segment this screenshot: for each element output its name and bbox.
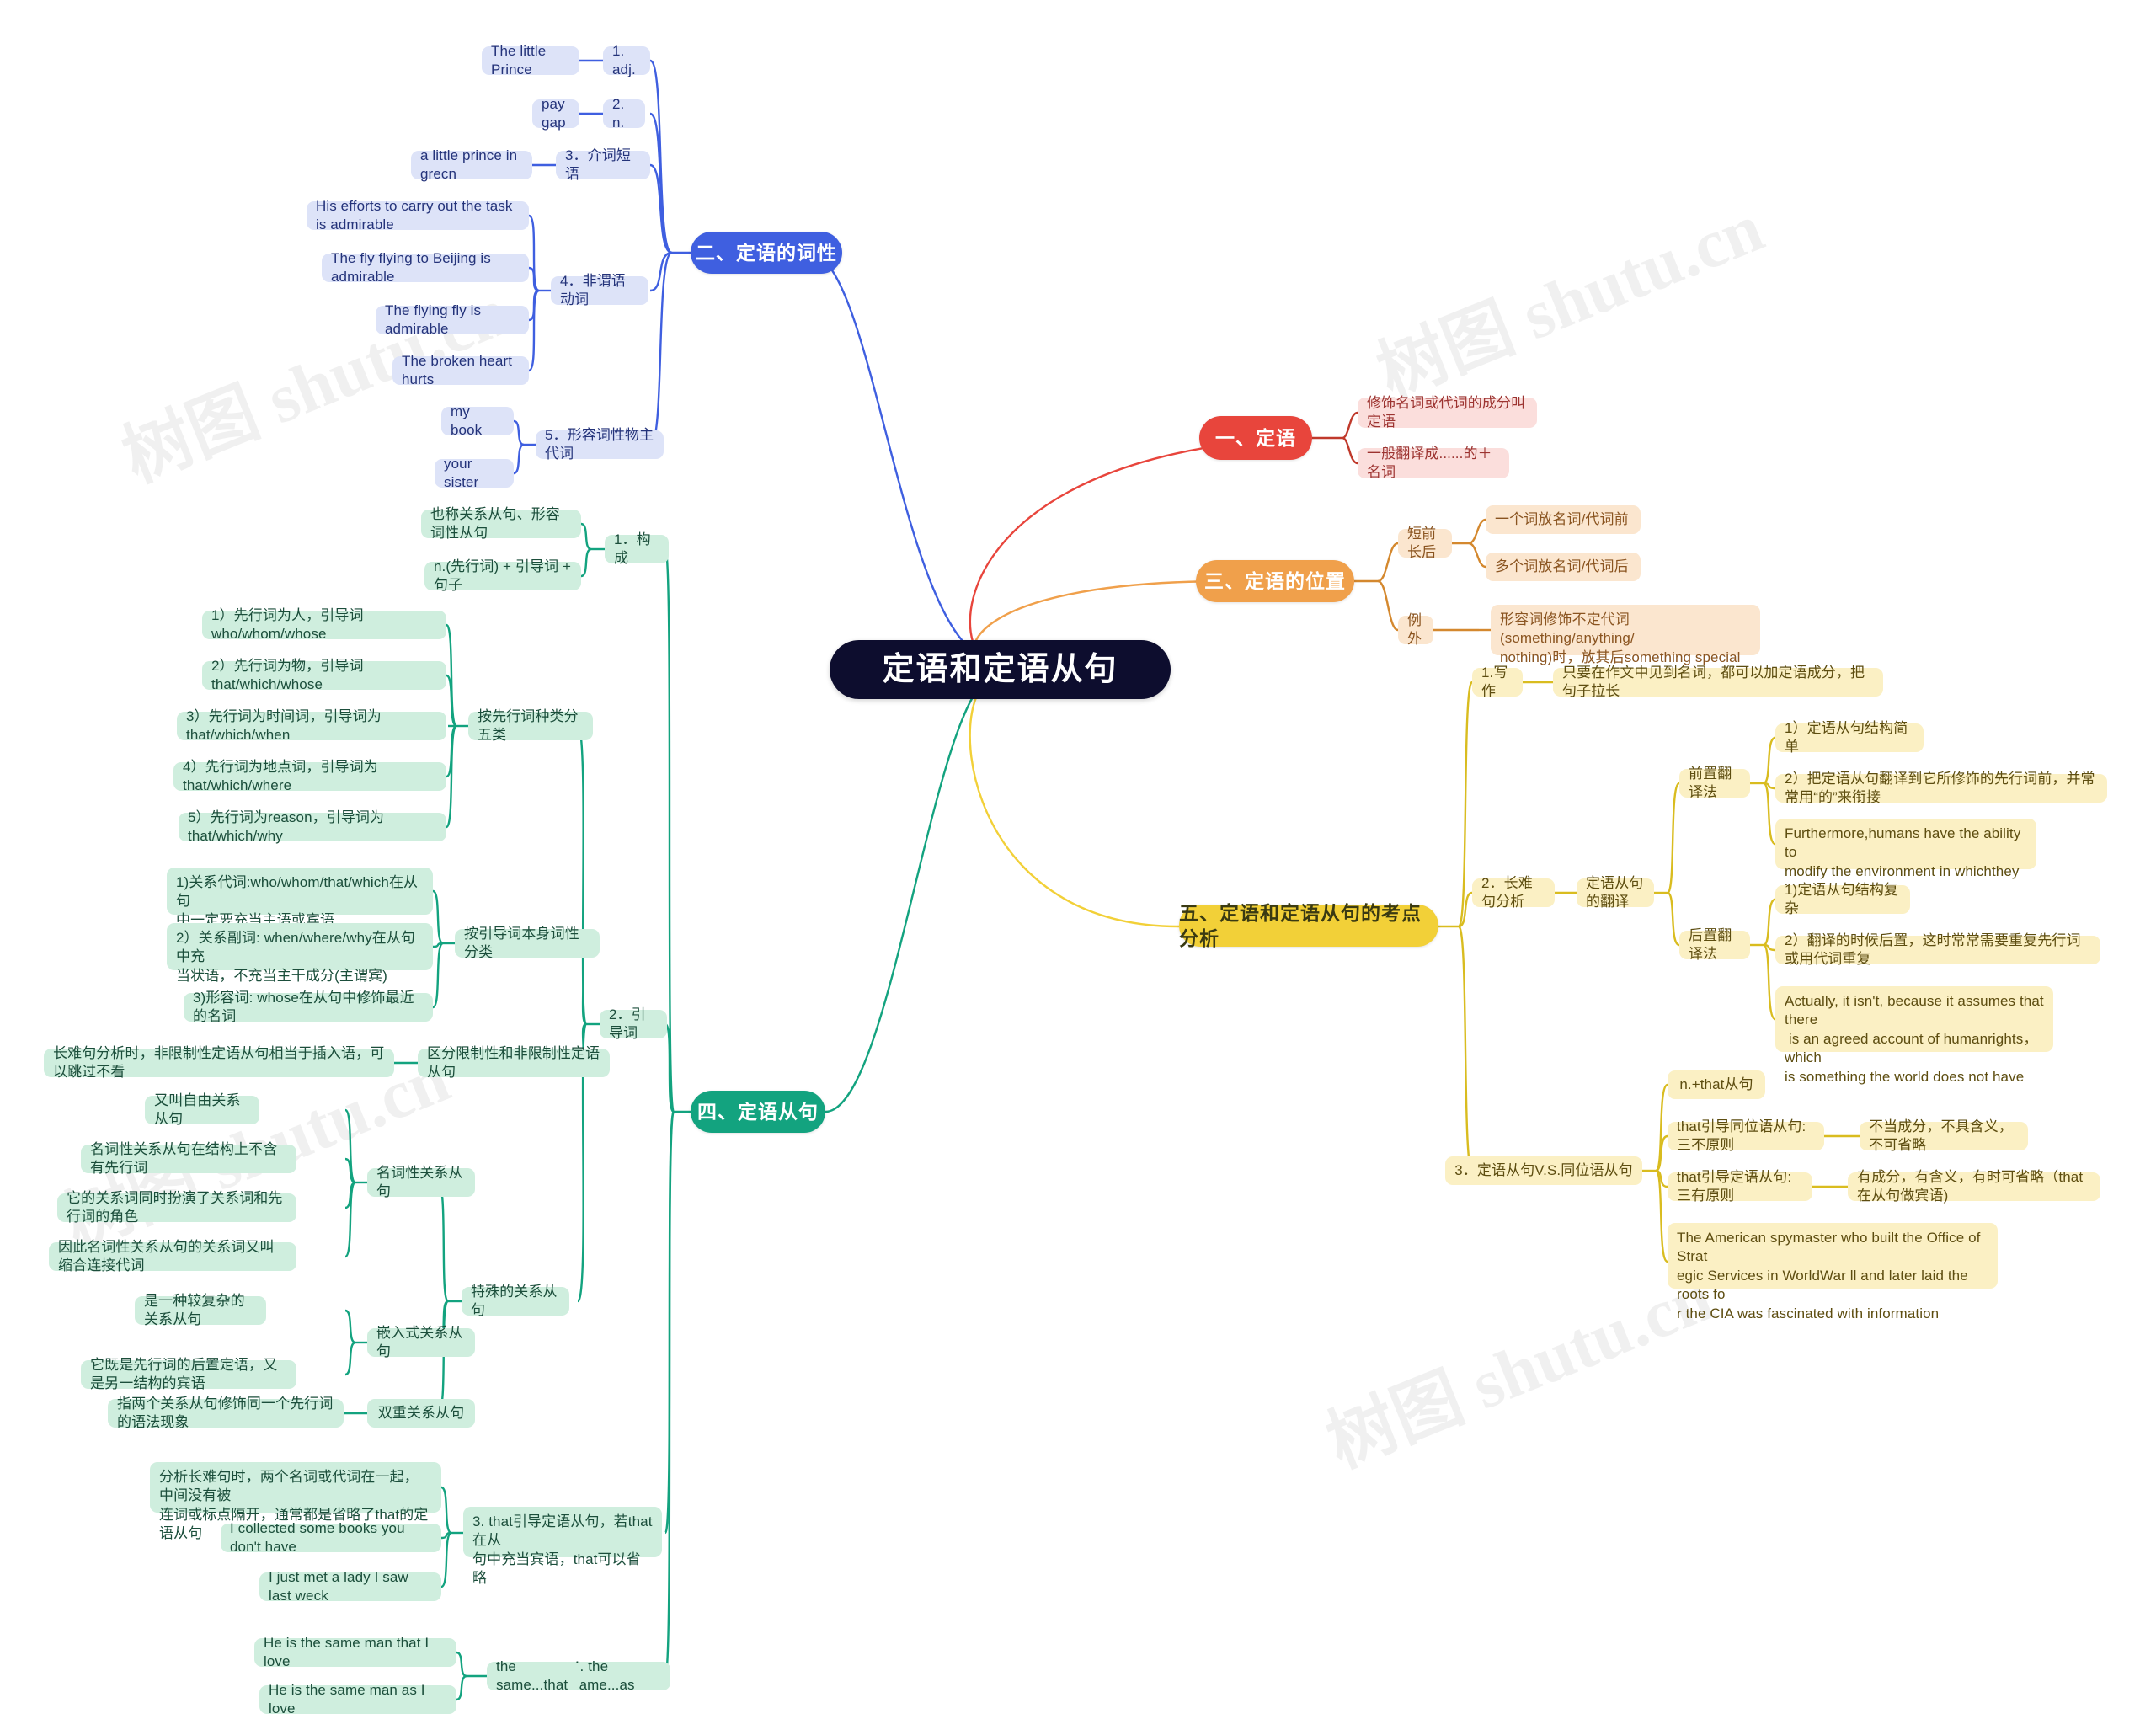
cixing-item-4[interactable]: 4．非谓语动词 — [551, 273, 648, 307]
vs-item-3[interactable]: that引导定语从句:三有原则 — [1668, 1169, 1812, 1204]
kaodian-item-xiezuo[interactable]: 1.写作 — [1472, 665, 1523, 699]
yindaoci-group-xianzhixing[interactable]: 区分限制性和非限制性定语从句 — [418, 1045, 610, 1080]
fanyi-group-houzhi[interactable]: 后置翻译法 — [1679, 927, 1750, 962]
weizhi-ex-1[interactable]: 一个词放名词/代词前 — [1486, 505, 1641, 534]
thesame-ex-1[interactable]: He is the same man that I love — [254, 1635, 456, 1669]
xianxingci-item-5[interactable]: 5）先行词为reason，引导词为that/which/why — [179, 809, 446, 844]
vs-item-4[interactable]: The American spymaster who built the Off… — [1668, 1223, 1998, 1321]
teshu-sub-qianruShi[interactable]: 嵌入式关系从句 — [367, 1325, 475, 1359]
weizhi-ex-3[interactable]: 形容词修饰不定代词(something/anything/ nothing)时，… — [1491, 605, 1760, 665]
vs-item-1[interactable]: n.+that从句 — [1668, 1070, 1765, 1099]
teshu-sub-mingciXing[interactable]: 名词性关系从句 — [367, 1165, 475, 1199]
cixing-ex-flying-fly[interactable]: The flying fly is admirable — [376, 302, 529, 337]
branch-congju[interactable]: 四、定语从句 — [691, 1091, 825, 1133]
cixing-ex-prince-green[interactable]: a little prince in grecn — [411, 147, 532, 182]
thesame-that-node[interactable]: the same...that — [487, 1658, 581, 1693]
cixing-ex-my-book[interactable]: my book — [441, 403, 514, 438]
teshu-sub-shuangchong[interactable]: 双重关系从句 — [367, 1399, 475, 1428]
weizhi-child-short-long[interactable]: 短前长后 — [1398, 526, 1452, 560]
qianrushi-item-2[interactable]: 它既是先行词的后置定语，又是另一结构的宾语 — [81, 1357, 296, 1391]
qianzhi-item-1[interactable]: 1）定语从句结构简单 — [1775, 720, 1924, 755]
cixing-ex-pay-gap[interactable]: pay gap — [532, 96, 579, 131]
cixing-item-5[interactable]: 5．形容词性物主代词 — [536, 427, 664, 462]
thesame-ex-2[interactable]: He is the same man as I love — [259, 1682, 456, 1716]
qianzhi-item-3[interactable]: Furthermore,humans have the ability to m… — [1775, 819, 2036, 898]
qianrushi-item-1[interactable]: 是一种较复杂的关系从句 — [135, 1293, 266, 1327]
cixing-ex-fly-beijing[interactable]: The fly flying to Beijing is admirable — [322, 250, 529, 285]
congju-item-goucheng[interactable]: 1．构成 — [605, 531, 669, 566]
shuangchong-item-1[interactable]: 指两个关系从句修饰同一个先行词的语法现象 — [108, 1396, 344, 1430]
dingyu-child-1[interactable]: 修饰名词或代词的成分叫定语 — [1358, 395, 1537, 430]
cixing-ex-your-sister[interactable]: your sister — [435, 456, 514, 490]
yindaoci-group-teshu[interactable]: 特殊的关系从句 — [462, 1284, 569, 1318]
cixingfenlei-item-1[interactable]: 1)关系代词:who/whom/that/which在从句 中一定要充当主语或宾… — [167, 868, 433, 928]
weizhi-ex-2[interactable]: 多个词放名词/代词后 — [1486, 553, 1641, 581]
branch-cixing[interactable]: 二、定语的词性 — [691, 232, 842, 274]
congju-item-that[interactable]: 3. that引导定语从句，若that在从 句中充当宾语，that可以省略 — [463, 1507, 662, 1586]
root-node[interactable]: 定语和定语从句 — [830, 640, 1171, 699]
kaodian-item-vs[interactable]: 3．定语从句V.S.同位语从句 — [1445, 1156, 1642, 1185]
yindaoci-group-xianxingci[interactable]: 按先行词种类分五类 — [468, 708, 593, 743]
qianzhi-item-2[interactable]: 2）把定语从句翻译到它所修饰的先行词前，并常常用“的”来衔接 — [1775, 771, 2107, 805]
congju-item-yindaoci[interactable]: 2．引导词 — [600, 1006, 667, 1041]
that-ex-1[interactable]: 分析长难句时，两个名词或代词在一起，中间没有被 连词或标点隔开，通常都是省略了t… — [150, 1462, 441, 1541]
cixingfenlei-item-3[interactable]: 3)形容词: whose在从句中修饰最近的名词 — [184, 990, 433, 1024]
branch-weizhi[interactable]: 三、定语的位置 — [1196, 560, 1354, 602]
xiezuo-ex-1[interactable]: 只要在作文中见到名词，都可以加定语成分，把句子拉长 — [1553, 665, 1883, 699]
xianxingci-item-4[interactable]: 4）先行词为地点词，引导词为that/which/where — [173, 759, 446, 793]
houzhi-item-2[interactable]: 2）翻译的时候后置，这时常常需要重复先行词或用代词重复 — [1775, 932, 2100, 967]
cixingfenlei-item-2[interactable]: 2）关系副词: when/where/why在从句中充 当状语，不充当主干成分(… — [167, 923, 433, 984]
cixing-ex-little-prince[interactable]: The little Prince — [482, 43, 579, 77]
watermark: 树图 shutu.cn — [1316, 1258, 1723, 1482]
changnanju-mid-fanyi[interactable]: 定语从句的翻译 — [1577, 875, 1654, 910]
cixing-item-1[interactable]: 1. adj. — [603, 43, 650, 77]
vs-tail-2[interactable]: 有成分，有含义，有时可省略（that在从句做宾语) — [1848, 1169, 2100, 1204]
cixing-ex-broken-heart[interactable]: The broken heart hurts — [392, 353, 529, 387]
cixing-item-2[interactable]: 2. n. — [603, 96, 645, 131]
fanyi-group-qianzhi[interactable]: 前置翻译法 — [1679, 766, 1750, 800]
xianxingci-item-2[interactable]: 2）先行词为物，引导词 that/which/whose — [202, 658, 446, 692]
goucheng-ex-1[interactable]: 也称关系从句、形容词性从句 — [421, 506, 581, 541]
cixing-item-3[interactable]: 3．介词短语 — [556, 147, 650, 182]
mingcixing-item-1[interactable]: 又叫自由关系从句 — [145, 1092, 259, 1127]
branch-dingyu[interactable]: 一、定语 — [1199, 416, 1312, 460]
vs-item-2[interactable]: that引导同位语从句:三不原则 — [1668, 1118, 1824, 1153]
mingcixing-item-4[interactable]: 因此名词性关系从句的关系词又叫缩合连接代词 — [49, 1239, 296, 1273]
xianzhixing-item-1[interactable]: 长难句分析时，非限制性定语从句相当于插入语，可以跳过不看 — [44, 1045, 394, 1080]
goucheng-ex-2[interactable]: n.(先行词) + 引导词 + 句子 — [424, 558, 581, 593]
yindaoci-group-cixing[interactable]: 按引导词本身词性分类 — [455, 926, 600, 960]
dingyu-child-2[interactable]: 一般翻译成......的＋名词 — [1358, 446, 1509, 480]
branch-kaodian[interactable]: 五、定语和定语从句的考点分析 — [1179, 902, 1438, 949]
that-ex-2[interactable]: I collected some books you don't have — [221, 1520, 441, 1555]
mingcixing-item-3[interactable]: 它的关系词同时扮演了关系词和先行词的角色 — [57, 1190, 296, 1225]
vs-tail-1[interactable]: 不当成分，不具含义，不可省略 — [1860, 1118, 2028, 1153]
weizhi-child-exception[interactable]: 例外 — [1398, 612, 1433, 647]
xianxingci-item-1[interactable]: 1）先行词为人，引导词who/whom/whose — [202, 607, 446, 642]
that-ex-3[interactable]: I just met a lady I saw last weck — [259, 1569, 441, 1604]
kaodian-item-changnanju[interactable]: 2．长难句分析 — [1472, 875, 1555, 910]
mingcixing-item-2[interactable]: 名词性关系从句在结构上不含有先行词 — [81, 1141, 296, 1176]
watermark: 树图 shutu.cn — [1367, 189, 1774, 413]
xianxingci-item-3[interactable]: 3）先行词为时间词，引导词为that/which/when — [177, 708, 446, 743]
houzhi-item-1[interactable]: 1)定语从句结构复杂 — [1775, 882, 1910, 916]
cixing-ex-efforts[interactable]: His efforts to carry out the task is adm… — [307, 198, 529, 232]
houzhi-item-3[interactable]: Actually, it isn't, because it assumes t… — [1775, 986, 2053, 1085]
mindmap-canvas: 树图 shutu.cn 树图 shutu.cn 树图 shutu.cn 树图 s… — [0, 0, 2156, 1735]
